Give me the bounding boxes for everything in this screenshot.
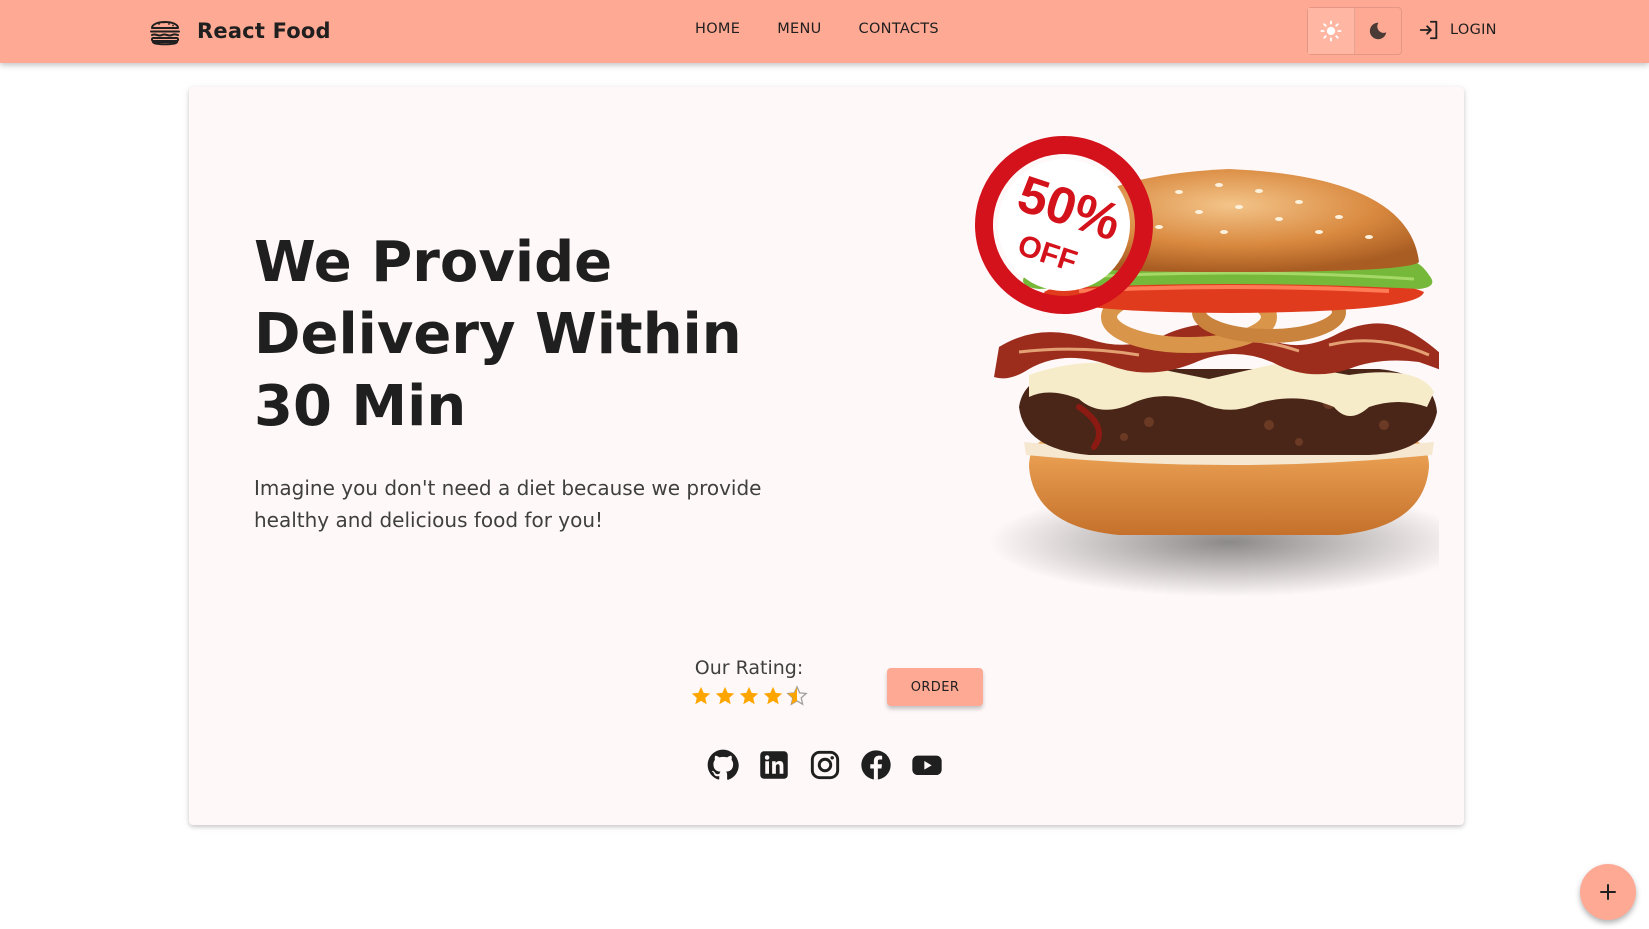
star-rating[interactable] (669, 685, 829, 707)
nav-menu[interactable]: Menu (777, 21, 821, 37)
social-links (707, 749, 943, 781)
burger-image: 50% OFF (975, 136, 1439, 597)
linkedin-icon[interactable] (758, 749, 790, 781)
moon-icon (1369, 22, 1386, 40)
hero-card: We Provide Delivery Within 30 Min Imagin… (189, 87, 1464, 825)
dark-theme-button[interactable] (1355, 8, 1402, 54)
github-icon[interactable] (707, 749, 739, 781)
star-icon (762, 685, 784, 707)
nav-home[interactable]: Home (695, 21, 740, 37)
instagram-icon[interactable] (809, 749, 841, 781)
brand-name: React Food (197, 19, 331, 43)
hero-subtitle: Imagine you don't need a diet because we… (254, 476, 762, 532)
main-nav: Home Menu Contacts (695, 21, 939, 37)
login-button[interactable]: Login (1418, 19, 1497, 41)
order-button[interactable]: Order (887, 668, 983, 706)
login-icon (1419, 20, 1438, 40)
nav-contacts[interactable]: Contacts (859, 21, 939, 37)
facebook-icon[interactable] (860, 749, 892, 781)
sun-icon (1320, 20, 1342, 42)
rating-label: Our Rating: (694, 657, 804, 679)
brand-link[interactable]: React Food (148, 14, 331, 48)
hero-title: We Provide Delivery Within 30 Min (254, 230, 742, 439)
burger-icon (150, 21, 180, 46)
login-label: Login (1450, 22, 1497, 38)
star-icon (714, 685, 736, 707)
light-theme-button[interactable] (1308, 8, 1355, 54)
add-fab-button[interactable] (1580, 864, 1636, 920)
rating-block: Our Rating: (669, 657, 829, 707)
theme-toggle-group (1307, 7, 1402, 55)
star-half-icon (786, 685, 808, 707)
plus-icon (1600, 884, 1616, 900)
app-bar: React Food Home Menu Contacts (0, 0, 1649, 63)
star-icon (690, 685, 712, 707)
star-icon (738, 685, 760, 707)
youtube-icon[interactable] (911, 749, 943, 781)
